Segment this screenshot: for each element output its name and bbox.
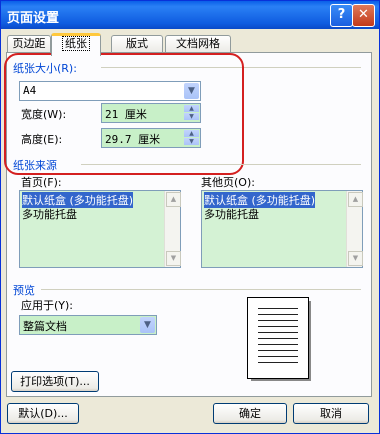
preview-line [258, 356, 298, 357]
tab-label: 文档网格 [176, 37, 220, 50]
preview-line [258, 308, 298, 309]
tab-paper[interactable]: 纸张 [51, 33, 101, 56]
scrollbar[interactable]: ▲ ▼ [164, 191, 181, 267]
list-item[interactable]: 多功能托盘 [22, 206, 77, 222]
tab-document-grid[interactable]: 文档网格 [165, 35, 231, 52]
separator [81, 164, 361, 165]
window-title: 页面设置 [7, 11, 60, 26]
scroll-down-icon[interactable]: ▼ [348, 251, 363, 266]
tab-label: 页边距 [12, 37, 46, 50]
preview-line [258, 320, 298, 321]
tab-label: 版式 [126, 37, 148, 50]
print-options-button[interactable]: 打印选项(T)... [11, 371, 99, 392]
help-button[interactable]: ? [330, 4, 353, 27]
preview-line [258, 326, 298, 327]
preview-line [258, 362, 298, 363]
preview-line [258, 314, 298, 315]
scroll-up-icon[interactable]: ▲ [348, 192, 363, 207]
first-page-tray-list[interactable]: 默认纸盒 (多功能托盘) 多功能托盘 ▲ ▼ [19, 190, 181, 268]
ok-button[interactable]: 确定 [213, 403, 287, 424]
apply-to-label: 应用于(Y): [21, 299, 74, 312]
scrollbar[interactable]: ▲ ▼ [346, 191, 363, 267]
apply-to-value: 整篇文档 [23, 320, 67, 333]
title-bar[interactable]: 页面设置 ? ✕ [1, 1, 379, 29]
preview-group-label: 预览 [13, 284, 35, 297]
first-page-label: 首页(F): [21, 176, 62, 189]
page-preview [247, 297, 309, 379]
apply-to-select[interactable]: 整篇文档 ▼ [19, 315, 157, 335]
other-pages-tray-list[interactable]: 默认纸盒 (多功能托盘) 多功能托盘 ▲ ▼ [201, 190, 363, 268]
close-button[interactable]: ✕ [352, 4, 375, 27]
list-item[interactable]: 多功能托盘 [204, 206, 259, 222]
tab-margins[interactable]: 页边距 [7, 35, 51, 52]
cancel-button[interactable]: 取消 [293, 403, 369, 424]
preview-line [258, 332, 298, 333]
separator [41, 289, 361, 290]
scroll-down-icon[interactable]: ▼ [166, 251, 181, 266]
default-button[interactable]: 默认(D)... [7, 403, 79, 424]
scroll-up-icon[interactable]: ▲ [166, 192, 181, 207]
page-setup-dialog: 页面设置 ? ✕ 页边距 纸张 版式 文档网格 纸张大小(R): A4 ▼ 宽度… [0, 0, 380, 434]
tab-label: 纸张 [62, 36, 90, 51]
preview-line [258, 344, 298, 345]
preview-line [258, 338, 298, 339]
paper-source-group-label: 纸张来源 [13, 159, 57, 172]
tab-layout[interactable]: 版式 [111, 35, 163, 52]
preview-line [258, 350, 298, 351]
other-pages-label: 其他页(O): [201, 176, 255, 189]
chevron-down-icon[interactable]: ▼ [140, 317, 155, 333]
